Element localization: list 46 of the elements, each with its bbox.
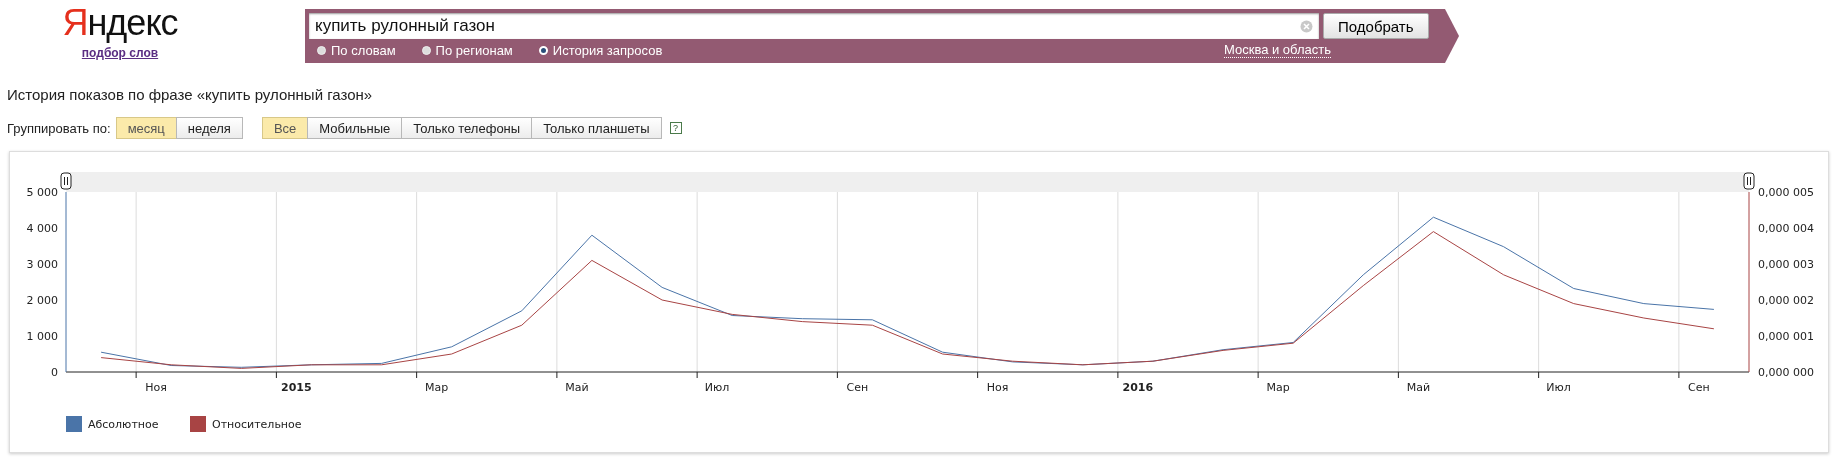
y-tick-label: 3 000 (26, 258, 58, 271)
x-tick-label: 2015 (281, 381, 312, 394)
device-toggle[interactable]: Все (261, 117, 309, 139)
page-heading: История показов по фразе «купить рулонный газон» (6, 85, 374, 105)
y-tick-label: 0,000 000 (1758, 366, 1814, 379)
mode-radio[interactable]: История запросов (538, 42, 663, 58)
device-toggle[interactable]: Мобильные (307, 117, 403, 139)
logo-text: Яндекс (62, 2, 178, 44)
y-tick-label: 0,000 004 (1758, 222, 1814, 235)
x-tick-label: Ноя (145, 381, 167, 394)
y-tick-label: 0,000 003 (1758, 258, 1814, 271)
x-tick-label: Май (1406, 381, 1431, 394)
x-tick-label: Сен (1688, 381, 1710, 394)
x-tick-label: 2016 (1122, 381, 1154, 394)
region-link[interactable]: Москва и область (1224, 42, 1331, 58)
legend-label: Относительное (212, 418, 302, 431)
range-handle-icon[interactable] (1743, 172, 1755, 190)
subtitle-link[interactable]: подбор слов (81, 46, 159, 60)
y-tick-label: 0 (51, 366, 58, 379)
range-handle-icon[interactable] (60, 172, 72, 190)
y-tick-label: 5 000 (26, 186, 58, 199)
device-toggle[interactable]: Только планшеты (531, 117, 662, 139)
legend-label: Абсолютное (88, 418, 159, 431)
y-tick-label: 2 000 (26, 294, 58, 307)
y-tick-label: 0,000 002 (1758, 294, 1814, 307)
group-by-label: Группировать по: (7, 120, 111, 136)
x-tick-label: Июл (1546, 381, 1571, 394)
x-tick-label: Мар (1266, 381, 1290, 394)
x-tick-label: Мар (425, 381, 449, 394)
mode-radio[interactable]: По регионам (421, 42, 513, 58)
y-tick-label: 0,000 005 (1758, 186, 1814, 199)
x-tick-label: Июл (704, 381, 730, 394)
device-toggle[interactable]: Только телефоны (401, 117, 533, 139)
period-toggle[interactable]: неделя (175, 117, 243, 139)
range-scrollbar[interactable] (66, 172, 1749, 192)
x-tick-label: Май (565, 381, 589, 394)
y-tick-label: 1 000 (26, 330, 58, 343)
submit-button[interactable]: Подобрать (1323, 13, 1429, 39)
x-tick-label: Ноя (986, 381, 1009, 394)
search-field[interactable]: купить рулонный газон (309, 13, 1319, 39)
y-tick-label: 0,000 001 (1758, 330, 1814, 343)
x-tick-label: Сен (846, 381, 869, 394)
period-toggle[interactable]: месяц (115, 117, 177, 139)
help-icon[interactable]: ? (669, 122, 682, 134)
mode-radio[interactable]: По словам (317, 42, 396, 58)
y-tick-label: 4 000 (26, 222, 58, 235)
